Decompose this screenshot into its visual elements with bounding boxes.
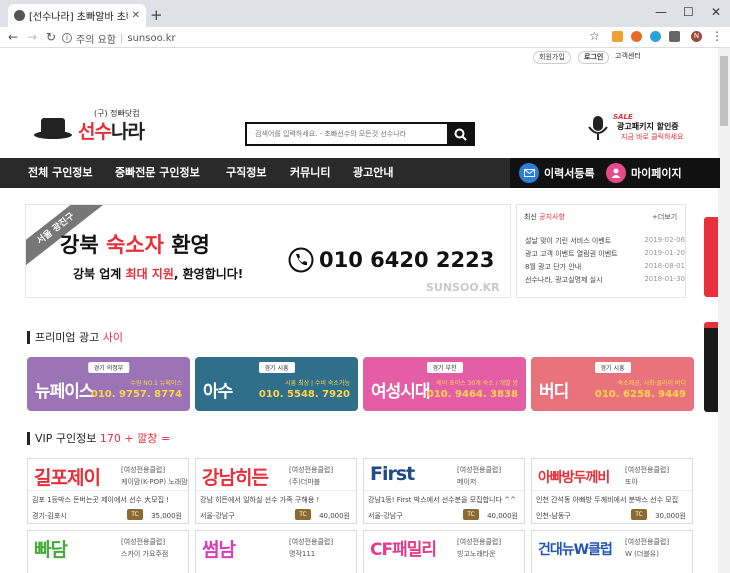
main-banner[interactable]: 서울 광진구 강북 숙소자 환영 강북 업계 최대 지원, 환영합니다! 010… — [25, 204, 511, 298]
site-search — [245, 122, 475, 146]
premium-section-title: 프리미엄 광고 사이 — [27, 331, 123, 344]
profile-avatar[interactable]: N — [691, 31, 702, 42]
microphone-icon — [588, 116, 608, 140]
banner-subline: 강북 업계 최대 지원, 환영합니다! — [73, 267, 244, 281]
vip-job-card[interactable]: 빠담 [여성전용클럽] 스카이 가요주점 — [27, 530, 189, 573]
extension-icon[interactable] — [612, 31, 623, 42]
menu-kebab-icon[interactable]: ⋮ — [711, 29, 723, 43]
minimize-icon[interactable]: — — [655, 5, 667, 19]
extension-icon[interactable] — [631, 31, 642, 42]
resume-register-button[interactable]: 이력서등록 — [519, 162, 595, 184]
vip-section-title: VIP 구인정보 170 + 깔창 = — [27, 432, 170, 445]
vip-job-card[interactable]: 길포제이 [여성전용클럽] 케이맘(K-POP) 노래맘 김포 1등박스 돈버는… — [27, 458, 189, 524]
premium-ad-card[interactable]: 경기 의정부 뉴페이스 수원 NO.1 뉴페이스 010. 9757. 8774 — [27, 357, 190, 411]
maximize-icon[interactable]: ☐ — [683, 5, 694, 19]
signup-link[interactable]: 회원가입 — [533, 51, 571, 64]
premium-ad-card[interactable]: 경기 부천 여성시대 케어 초이스 30개 숙소 / 개별 방 010. 946… — [363, 357, 526, 411]
vip-job-card[interactable]: 강남히든 [여성전용클럽] (주)더마블 강남 히든에서 일하실 선수 가족 구… — [195, 458, 357, 524]
back-icon[interactable]: ← — [8, 30, 18, 44]
url-text: sunsoo.kr — [127, 32, 176, 44]
new-tab-icon[interactable]: + — [150, 6, 163, 24]
forward-icon[interactable]: → — [27, 30, 37, 44]
search-icon — [454, 128, 467, 141]
notice-item[interactable]: 광고 고객 이벤트 열람권 이벤트 2019-01-20 — [525, 249, 685, 259]
notice-more-link[interactable]: +더보기 — [652, 212, 677, 222]
omnibox[interactable]: i 주의 요함 | sunsoo.kr — [62, 30, 602, 46]
mail-icon — [519, 163, 539, 183]
banner-watermark: SUNSOO.KR — [426, 281, 500, 294]
premium-ad-card[interactable]: 경기 시흥 아수 시흥 최상 | 수비 숙소가능 010. 5548. 7920 — [195, 357, 358, 411]
security-label: 주의 요함 — [76, 34, 116, 46]
tc-badge: TC — [631, 509, 647, 520]
user-icon — [606, 163, 626, 183]
menu-ad-info[interactable]: 광고안내 — [353, 158, 393, 188]
extension-icon[interactable] — [650, 31, 661, 42]
side-ad-banner[interactable] — [704, 217, 718, 297]
close-window-icon[interactable]: ✕ — [711, 5, 721, 19]
reload-icon[interactable]: ↻ — [46, 30, 56, 44]
search-button[interactable] — [447, 124, 473, 144]
menu-community[interactable]: 커뮤니티 — [290, 158, 330, 188]
login-link[interactable]: 로그인 — [578, 51, 610, 64]
search-input[interactable] — [247, 124, 447, 144]
vip-job-card[interactable]: CF패밀리 [여성전용클럽] 빙고노래타운 — [363, 530, 525, 573]
extension-icon[interactable] — [669, 31, 680, 42]
browser-tab[interactable]: [선수나라] 초빠알바 초빠나라 ✕ — [8, 4, 146, 27]
vip-job-card[interactable]: First [여성전용클럽] 메이저 강남1등! First 박스에서 선수분을… — [363, 458, 525, 524]
site-favicon-icon — [14, 10, 25, 21]
notice-item[interactable]: 선수나라, 광고실명제 실시 2018-01-30 — [525, 275, 685, 285]
menu-job-seeking[interactable]: 구직정보 — [226, 158, 266, 188]
premium-ad-card[interactable]: 경기 시흥 버디 숙소제공, 시화·클라이 버디 010. 6258. 9449 — [531, 357, 694, 411]
banner-headline: 강북 숙소자 환영 — [60, 233, 210, 257]
mypage-button[interactable]: 마이페이지 — [606, 162, 682, 184]
menu-specialty-jobs[interactable]: 중빠전문 구인정보 — [115, 158, 200, 188]
notice-title: 최신 공지사항 — [524, 213, 565, 221]
menu-all-jobs[interactable]: 전체 구인정보 — [28, 158, 93, 188]
tc-badge: TC — [463, 509, 479, 520]
support-link[interactable]: 고객센터 — [610, 51, 646, 64]
side-ad-banner[interactable] — [704, 322, 718, 412]
vip-job-card[interactable]: 썸남 [여성전용클럽] 명작111 — [195, 530, 357, 573]
scrollbar[interactable] — [718, 48, 730, 573]
info-icon[interactable]: i — [62, 33, 72, 43]
tc-badge: TC — [295, 509, 311, 520]
phone-icon — [288, 247, 314, 273]
tab-title: [선수나라] 초빠알바 초빠나라 — [29, 12, 128, 23]
notice-item[interactable]: 8월 광고 단가 안내 2018-08-01 — [525, 262, 685, 272]
promo-banner[interactable]: SALE 광고패키지 할인중 지금 바로 클릭하세요 — [583, 113, 693, 143]
hat-logo-icon — [34, 118, 72, 139]
vip-job-card[interactable]: 건대뉴W클럽 [여성전용클럽] W (더블유) — [531, 530, 693, 573]
site-logo[interactable]: 선수나라 — [78, 117, 145, 144]
banner-phone: 010 6420 2223 — [288, 247, 494, 273]
scrollbar-thumb[interactable] — [720, 56, 728, 126]
tc-badge: TC — [127, 509, 143, 520]
close-tab-icon[interactable]: ✕ — [132, 10, 140, 21]
notice-item[interactable]: 설날 맞이 기린 서비스 이벤트 2019-02-06 — [525, 236, 685, 246]
vip-job-card[interactable]: 아빠방두께비 [여성전용클럽] 또아 인천 간석동 아빠방 두께비에서 분박스 … — [531, 458, 693, 524]
bookmark-star-icon[interactable]: ☆ — [589, 29, 600, 43]
